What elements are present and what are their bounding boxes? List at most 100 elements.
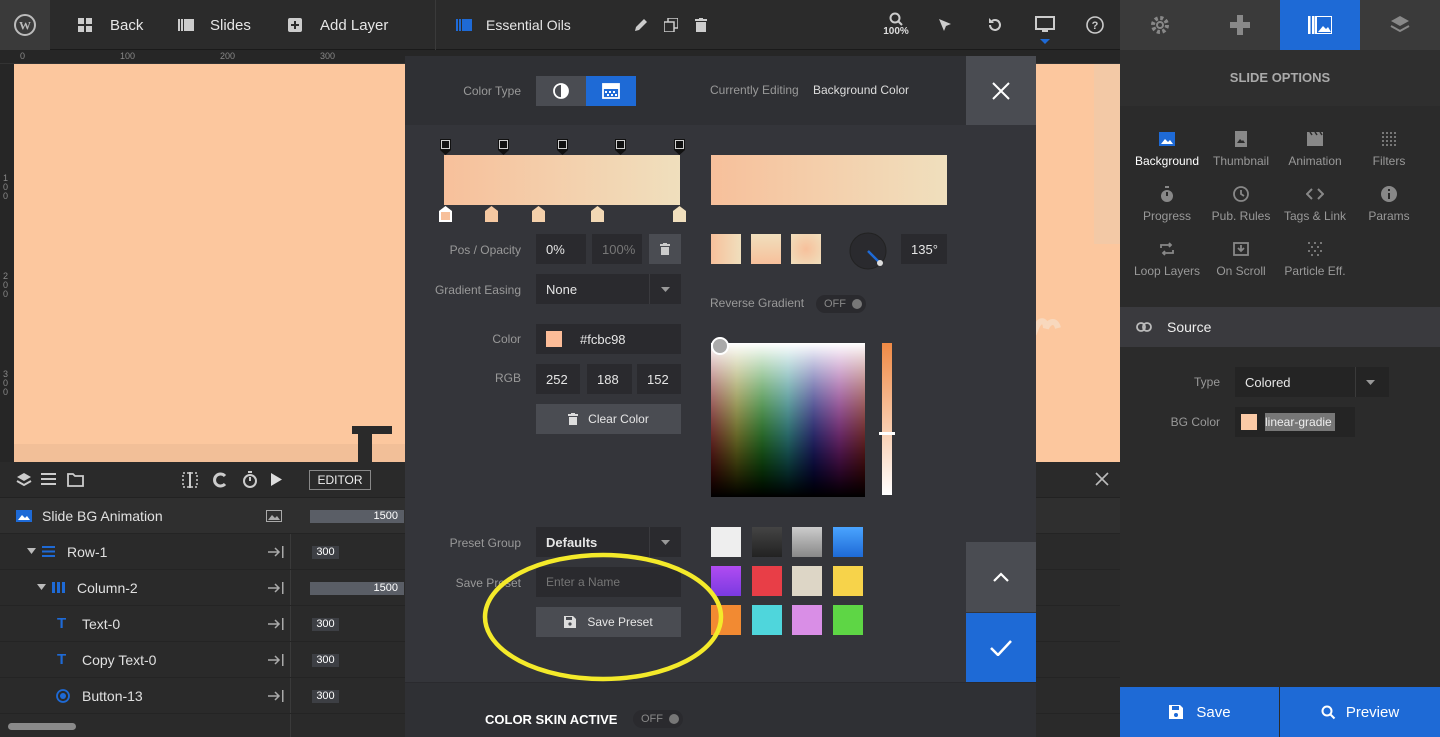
preset-swatch[interactable] xyxy=(752,605,782,635)
opacity-slider-handle[interactable] xyxy=(879,432,895,435)
preset-swatch[interactable] xyxy=(752,527,782,557)
edit-pencil-icon[interactable] xyxy=(630,14,652,36)
linear-gradient-swatch[interactable] xyxy=(711,234,741,264)
gradient-stop-bottom-5[interactable] xyxy=(673,206,686,222)
horizontal-scrollbar[interactable] xyxy=(8,723,76,730)
option-loop-layers[interactable]: Loop Layers xyxy=(1127,238,1207,278)
caret-down-icon[interactable] xyxy=(37,584,46,590)
option-background[interactable]: Background xyxy=(1127,128,1207,168)
opacity-slider[interactable] xyxy=(882,343,892,495)
close-button[interactable] xyxy=(966,56,1036,125)
option-animation[interactable]: Animation xyxy=(1275,128,1355,168)
play-icon[interactable] xyxy=(271,473,282,486)
option-tags-link[interactable]: Tags & Link xyxy=(1275,183,1355,223)
green-input[interactable]: 188 xyxy=(587,364,632,394)
bg-color-input[interactable]: linear-gradie xyxy=(1235,407,1355,437)
preview-button[interactable]: Preview xyxy=(1280,687,1440,737)
gradient-stop-top-2[interactable] xyxy=(498,139,509,155)
split-icon[interactable] xyxy=(182,472,198,488)
list-icon[interactable] xyxy=(41,473,56,486)
caret-down-icon[interactable] xyxy=(27,548,36,554)
angle-input[interactable]: 135° xyxy=(901,234,947,264)
layers-stack-icon[interactable] xyxy=(16,472,32,488)
gradient-color-button[interactable] xyxy=(586,76,636,106)
gradient-stop-bottom-1[interactable] xyxy=(439,206,452,222)
option-params[interactable]: Params xyxy=(1349,183,1429,223)
gradient-stop-top-1[interactable] xyxy=(440,139,451,155)
slides-button[interactable]: Slides xyxy=(178,0,251,50)
option-particle-effects[interactable]: Particle Eff. xyxy=(1275,238,1355,278)
gradient-easing-select[interactable]: None xyxy=(536,274,681,304)
preset-swatch[interactable] xyxy=(792,605,822,635)
type-select[interactable]: Colored xyxy=(1235,367,1389,397)
reverse-gradient-toggle[interactable]: OFF xyxy=(816,295,866,313)
duplicate-icon[interactable] xyxy=(660,14,682,36)
navigation-tab[interactable] xyxy=(1200,0,1280,50)
option-pub-rules[interactable]: Pub. Rules xyxy=(1201,183,1281,223)
clear-color-button[interactable]: Clear Color xyxy=(536,404,681,434)
align-right-icon[interactable] xyxy=(268,582,284,594)
zoom-control[interactable]: 100% xyxy=(876,12,916,37)
position-input[interactable]: 0% xyxy=(536,234,586,264)
gradient-stop-top-4[interactable] xyxy=(615,139,626,155)
spectrum-picker-handle[interactable] xyxy=(711,337,729,355)
opacity-input[interactable]: 100% xyxy=(592,234,642,264)
settings-tab[interactable] xyxy=(1120,0,1200,50)
vertical-gradient-swatch[interactable] xyxy=(751,234,781,264)
blue-input[interactable]: 152 xyxy=(637,364,681,394)
align-right-icon[interactable] xyxy=(268,690,284,702)
gradient-stop-bottom-3[interactable] xyxy=(532,206,545,222)
preset-name-input[interactable] xyxy=(536,567,681,597)
gradient-stop-bottom-2[interactable] xyxy=(485,206,498,222)
gradient-stop-top-5[interactable] xyxy=(674,139,685,155)
save-preset-button[interactable]: Save Preset xyxy=(536,607,681,637)
preset-swatch[interactable] xyxy=(711,605,741,635)
timeline-bar[interactable]: 1500 xyxy=(310,582,404,595)
option-progress[interactable]: Progress xyxy=(1127,183,1207,223)
save-button[interactable]: Save xyxy=(1120,687,1279,737)
angle-dial[interactable] xyxy=(848,231,888,271)
radial-gradient-swatch[interactable] xyxy=(791,234,821,264)
preset-swatch[interactable] xyxy=(711,566,741,596)
back-button[interactable]: Back xyxy=(78,0,143,50)
align-right-icon[interactable] xyxy=(268,546,284,558)
delete-stop-button[interactable] xyxy=(649,234,681,264)
align-right-icon[interactable] xyxy=(268,654,284,666)
option-on-scroll[interactable]: On Scroll xyxy=(1201,238,1281,278)
preset-swatch[interactable] xyxy=(833,527,863,557)
magnet-icon[interactable] xyxy=(212,472,228,488)
trash-icon[interactable] xyxy=(690,14,712,36)
option-filters[interactable]: Filters xyxy=(1349,128,1429,168)
timeline-bar[interactable]: 1500 xyxy=(310,510,404,523)
red-input[interactable]: 252 xyxy=(536,364,580,394)
color-skin-toggle[interactable]: OFF xyxy=(633,710,683,728)
preset-swatch[interactable] xyxy=(711,527,741,557)
desktop-view-icon[interactable] xyxy=(1034,14,1056,36)
timeline-bar[interactable]: 300 xyxy=(312,690,339,703)
preset-group-select[interactable]: Defaults xyxy=(536,527,681,557)
cursor-arrow-icon[interactable] xyxy=(934,14,956,36)
gradient-bar[interactable] xyxy=(444,155,680,205)
color-spectrum[interactable] xyxy=(711,343,865,497)
apply-button[interactable] xyxy=(966,613,1036,682)
stopwatch-icon[interactable] xyxy=(242,471,258,488)
close-icon[interactable] xyxy=(1095,472,1109,486)
preset-swatch[interactable] xyxy=(792,566,822,596)
wordpress-logo-icon[interactable]: W xyxy=(0,0,50,50)
align-right-icon[interactable] xyxy=(268,618,284,630)
image-icon[interactable] xyxy=(266,510,282,522)
color-hex-input[interactable]: #fcbc98 xyxy=(536,324,681,354)
editor-button[interactable]: EDITOR xyxy=(309,470,371,490)
scroll-up-button[interactable] xyxy=(966,542,1036,612)
add-layer-button[interactable]: Add Layer xyxy=(288,0,388,50)
timeline-bar[interactable]: 300 xyxy=(312,546,339,559)
timeline-bar[interactable]: 300 xyxy=(312,618,339,631)
gradient-stop-top-3[interactable] xyxy=(557,139,568,155)
folder-icon[interactable] xyxy=(67,473,84,487)
option-thumbnail[interactable]: Thumbnail xyxy=(1201,128,1281,168)
layers-tab[interactable] xyxy=(1360,0,1440,50)
slide-options-tab[interactable] xyxy=(1280,0,1360,50)
help-icon[interactable]: ? xyxy=(1084,14,1106,36)
solid-color-button[interactable] xyxy=(536,76,586,106)
preset-swatch[interactable] xyxy=(792,527,822,557)
